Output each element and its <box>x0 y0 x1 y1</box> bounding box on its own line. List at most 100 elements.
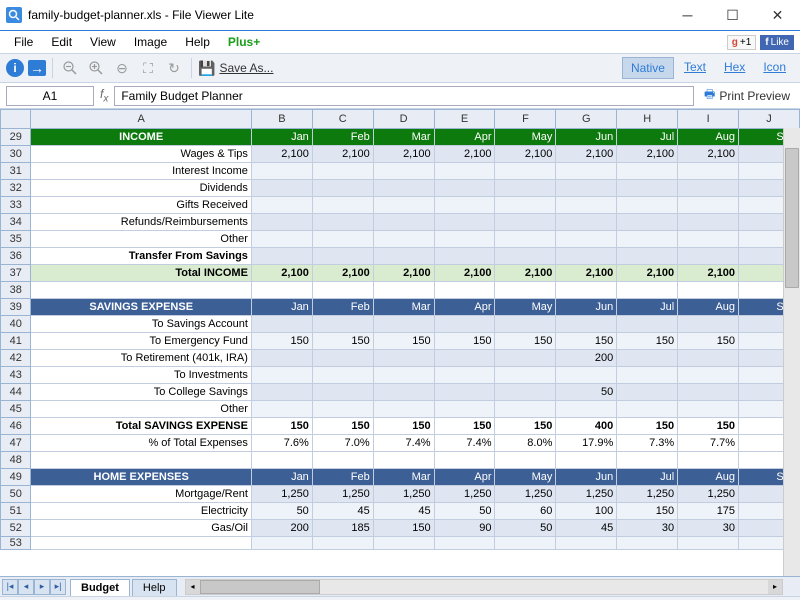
minimize-button[interactable]: ─ <box>665 0 710 30</box>
cell[interactable] <box>617 197 678 214</box>
cell[interactable]: May <box>495 129 556 146</box>
cell[interactable] <box>434 452 495 469</box>
cell[interactable]: Jul <box>617 299 678 316</box>
fit-icon[interactable]: ⛶ <box>137 57 159 79</box>
cell[interactable]: 30 <box>678 520 739 537</box>
zoom-in-icon[interactable] <box>85 57 107 79</box>
cell[interactable]: Interest Income <box>31 163 251 180</box>
cell[interactable]: Aug <box>678 129 739 146</box>
cell[interactable]: 150 <box>373 520 434 537</box>
cell[interactable]: May <box>495 299 556 316</box>
cell[interactable] <box>556 197 617 214</box>
cell[interactable]: Apr <box>434 129 495 146</box>
cell[interactable] <box>678 401 739 418</box>
cell[interactable] <box>373 350 434 367</box>
cell[interactable] <box>678 180 739 197</box>
cell[interactable]: Jul <box>617 129 678 146</box>
cell[interactable]: Dividends <box>31 180 251 197</box>
cell[interactable] <box>556 367 617 384</box>
cell[interactable]: 2,100 <box>373 146 434 163</box>
cell[interactable] <box>617 163 678 180</box>
cell[interactable] <box>312 180 373 197</box>
cell[interactable]: Other <box>31 231 251 248</box>
cell[interactable] <box>251 231 312 248</box>
cell[interactable] <box>495 384 556 401</box>
cell[interactable]: Jan <box>251 299 312 316</box>
cell[interactable]: Mar <box>373 129 434 146</box>
cell[interactable] <box>678 537 739 550</box>
cell[interactable]: 1,250 <box>312 486 373 503</box>
save-as-button[interactable]: 💾Save As... <box>198 60 273 77</box>
cell[interactable] <box>678 452 739 469</box>
cell[interactable] <box>495 316 556 333</box>
cell[interactable]: To Retirement (401k, IRA) <box>31 350 251 367</box>
cell[interactable] <box>251 282 312 299</box>
cell[interactable]: To College Savings <box>31 384 251 401</box>
google-plus-button[interactable]: g+1 <box>727 35 757 50</box>
cell[interactable] <box>434 384 495 401</box>
cell[interactable]: 175 <box>678 503 739 520</box>
cell[interactable]: Feb <box>312 299 373 316</box>
cell[interactable] <box>617 282 678 299</box>
cell[interactable] <box>678 282 739 299</box>
close-button[interactable]: ✕ <box>755 0 800 30</box>
cell[interactable]: 150 <box>373 418 434 435</box>
cell[interactable]: To Emergency Fund <box>31 333 251 350</box>
cell[interactable]: 7.4% <box>434 435 495 452</box>
cell[interactable]: Gas/Oil <box>31 520 251 537</box>
cell[interactable] <box>556 231 617 248</box>
cell[interactable] <box>678 350 739 367</box>
cell[interactable]: 150 <box>434 333 495 350</box>
cell[interactable]: 1,250 <box>617 486 678 503</box>
cell[interactable] <box>678 163 739 180</box>
cell[interactable]: 2,100 <box>312 146 373 163</box>
cell[interactable] <box>678 214 739 231</box>
cell[interactable]: 2,100 <box>617 146 678 163</box>
cell[interactable] <box>373 248 434 265</box>
cell[interactable]: 2,100 <box>617 265 678 282</box>
cell[interactable] <box>678 367 739 384</box>
cell[interactable]: Total INCOME <box>31 265 251 282</box>
cell[interactable] <box>251 214 312 231</box>
cell[interactable]: % of Total Expenses <box>31 435 251 452</box>
cell[interactable]: 50 <box>556 384 617 401</box>
cell[interactable] <box>312 537 373 550</box>
cell[interactable]: To Savings Account <box>31 316 251 333</box>
cell[interactable]: 8.0% <box>495 435 556 452</box>
cell[interactable] <box>434 537 495 550</box>
cell[interactable] <box>251 367 312 384</box>
cell[interactable]: Feb <box>312 469 373 486</box>
cell[interactable]: 100 <box>556 503 617 520</box>
info-icon[interactable]: i <box>6 59 24 77</box>
cell[interactable]: Transfer From Savings <box>31 248 251 265</box>
cell[interactable]: 150 <box>312 333 373 350</box>
cell[interactable]: 2,100 <box>251 146 312 163</box>
facebook-like-button[interactable]: f Like <box>760 35 794 50</box>
cell[interactable]: Electricity <box>31 503 251 520</box>
zoom-out-icon[interactable] <box>59 57 81 79</box>
spreadsheet-grid[interactable]: ABCDEFGHIJ29INCOMEJanFebMarAprMayJunJulA… <box>0 109 800 550</box>
cell[interactable]: Mar <box>373 299 434 316</box>
cell[interactable]: 150 <box>312 418 373 435</box>
cell[interactable]: 50 <box>495 520 556 537</box>
cell[interactable] <box>312 163 373 180</box>
cell[interactable] <box>495 452 556 469</box>
cell[interactable]: Mortgage/Rent <box>31 486 251 503</box>
cell[interactable] <box>31 282 251 299</box>
cell[interactable]: 2,100 <box>434 146 495 163</box>
cell[interactable]: 7.6% <box>251 435 312 452</box>
cell[interactable] <box>556 282 617 299</box>
cell[interactable]: SAVINGS EXPENSE <box>31 299 251 316</box>
cell[interactable] <box>251 197 312 214</box>
print-preview-button[interactable]: 🖶Print Preview <box>700 85 794 106</box>
cell[interactable]: 200 <box>556 350 617 367</box>
menu-view[interactable]: View <box>82 33 124 51</box>
cell[interactable] <box>373 452 434 469</box>
cell[interactable]: 1,250 <box>495 486 556 503</box>
cell[interactable]: 7.0% <box>312 435 373 452</box>
cell[interactable] <box>251 452 312 469</box>
cell[interactable] <box>678 231 739 248</box>
cell[interactable]: 30 <box>617 520 678 537</box>
cell[interactable]: 45 <box>312 503 373 520</box>
cell[interactable]: Jan <box>251 469 312 486</box>
